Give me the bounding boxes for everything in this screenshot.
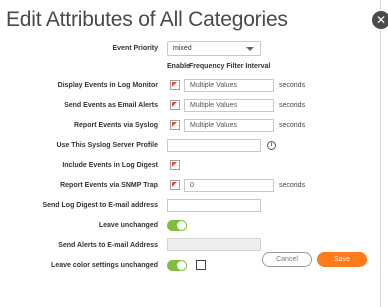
close-icon[interactable]: ✕ <box>372 11 388 29</box>
save-button[interactable]: Save <box>317 252 367 267</box>
snmp-unit: seconds <box>279 182 306 189</box>
alerts-email-label: Send Alerts to E-mail Address <box>58 242 158 249</box>
frequency-column-header: Frequency Filter Interval <box>189 63 271 70</box>
color-settings-checkbox[interactable] <box>196 260 206 270</box>
dialog-title: Edit Attributes of All Categories <box>6 8 288 31</box>
digest-email-input[interactable] <box>167 199 261 212</box>
snmp-enable-flag[interactable] <box>170 180 180 190</box>
display-events-enable-flag[interactable] <box>170 80 180 90</box>
syslog-profile-label: Use This Syslog Server Profile <box>56 142 158 149</box>
syslog-unit: seconds <box>279 122 306 129</box>
info-icon[interactable]: i <box>267 141 276 150</box>
leave-unchanged-label: Leave unchanged <box>98 222 158 229</box>
event-priority-select[interactable]: mixed <box>167 41 261 56</box>
log-digest-enable-flag[interactable] <box>170 160 180 170</box>
cancel-button[interactable]: Cancel <box>262 252 312 267</box>
syslog-label: Report Events via Syslog <box>73 122 158 129</box>
event-priority-value: mixed <box>173 45 192 52</box>
email-alerts-unit: seconds <box>279 102 306 109</box>
chevron-down-icon <box>246 47 254 51</box>
syslog-profile-input[interactable] <box>167 139 261 152</box>
display-events-label: Display Events in Log Monitor <box>57 82 158 89</box>
leave-unchanged-toggle[interactable] <box>167 220 187 231</box>
snmp-frequency-input[interactable]: 0 <box>184 179 274 192</box>
email-alerts-enable-flag[interactable] <box>170 100 180 110</box>
log-digest-label: Include Events in Log Digest <box>62 162 158 169</box>
email-alerts-frequency-input[interactable]: Multiple Values <box>184 99 274 112</box>
color-settings-label: Leave color settings unchanged <box>51 262 158 269</box>
edit-attributes-dialog: Edit Attributes of All Categories Event … <box>0 0 381 307</box>
display-events-unit: seconds <box>279 82 306 89</box>
email-alerts-label: Send Events as Email Alerts <box>64 102 158 109</box>
display-events-frequency-input[interactable]: Multiple Values <box>184 79 274 92</box>
enable-column-header: Enable <box>167 63 190 70</box>
syslog-frequency-input[interactable]: Multiple Values <box>184 119 274 132</box>
snmp-label: Report Events via SNMP Trap <box>60 182 158 189</box>
digest-email-label: Send Log Digest to E-mail address <box>42 202 158 209</box>
syslog-enable-flag[interactable] <box>170 120 180 130</box>
event-priority-label: Event Priority <box>112 45 158 52</box>
alerts-email-input[interactable] <box>167 238 261 251</box>
color-settings-toggle[interactable] <box>167 260 187 271</box>
